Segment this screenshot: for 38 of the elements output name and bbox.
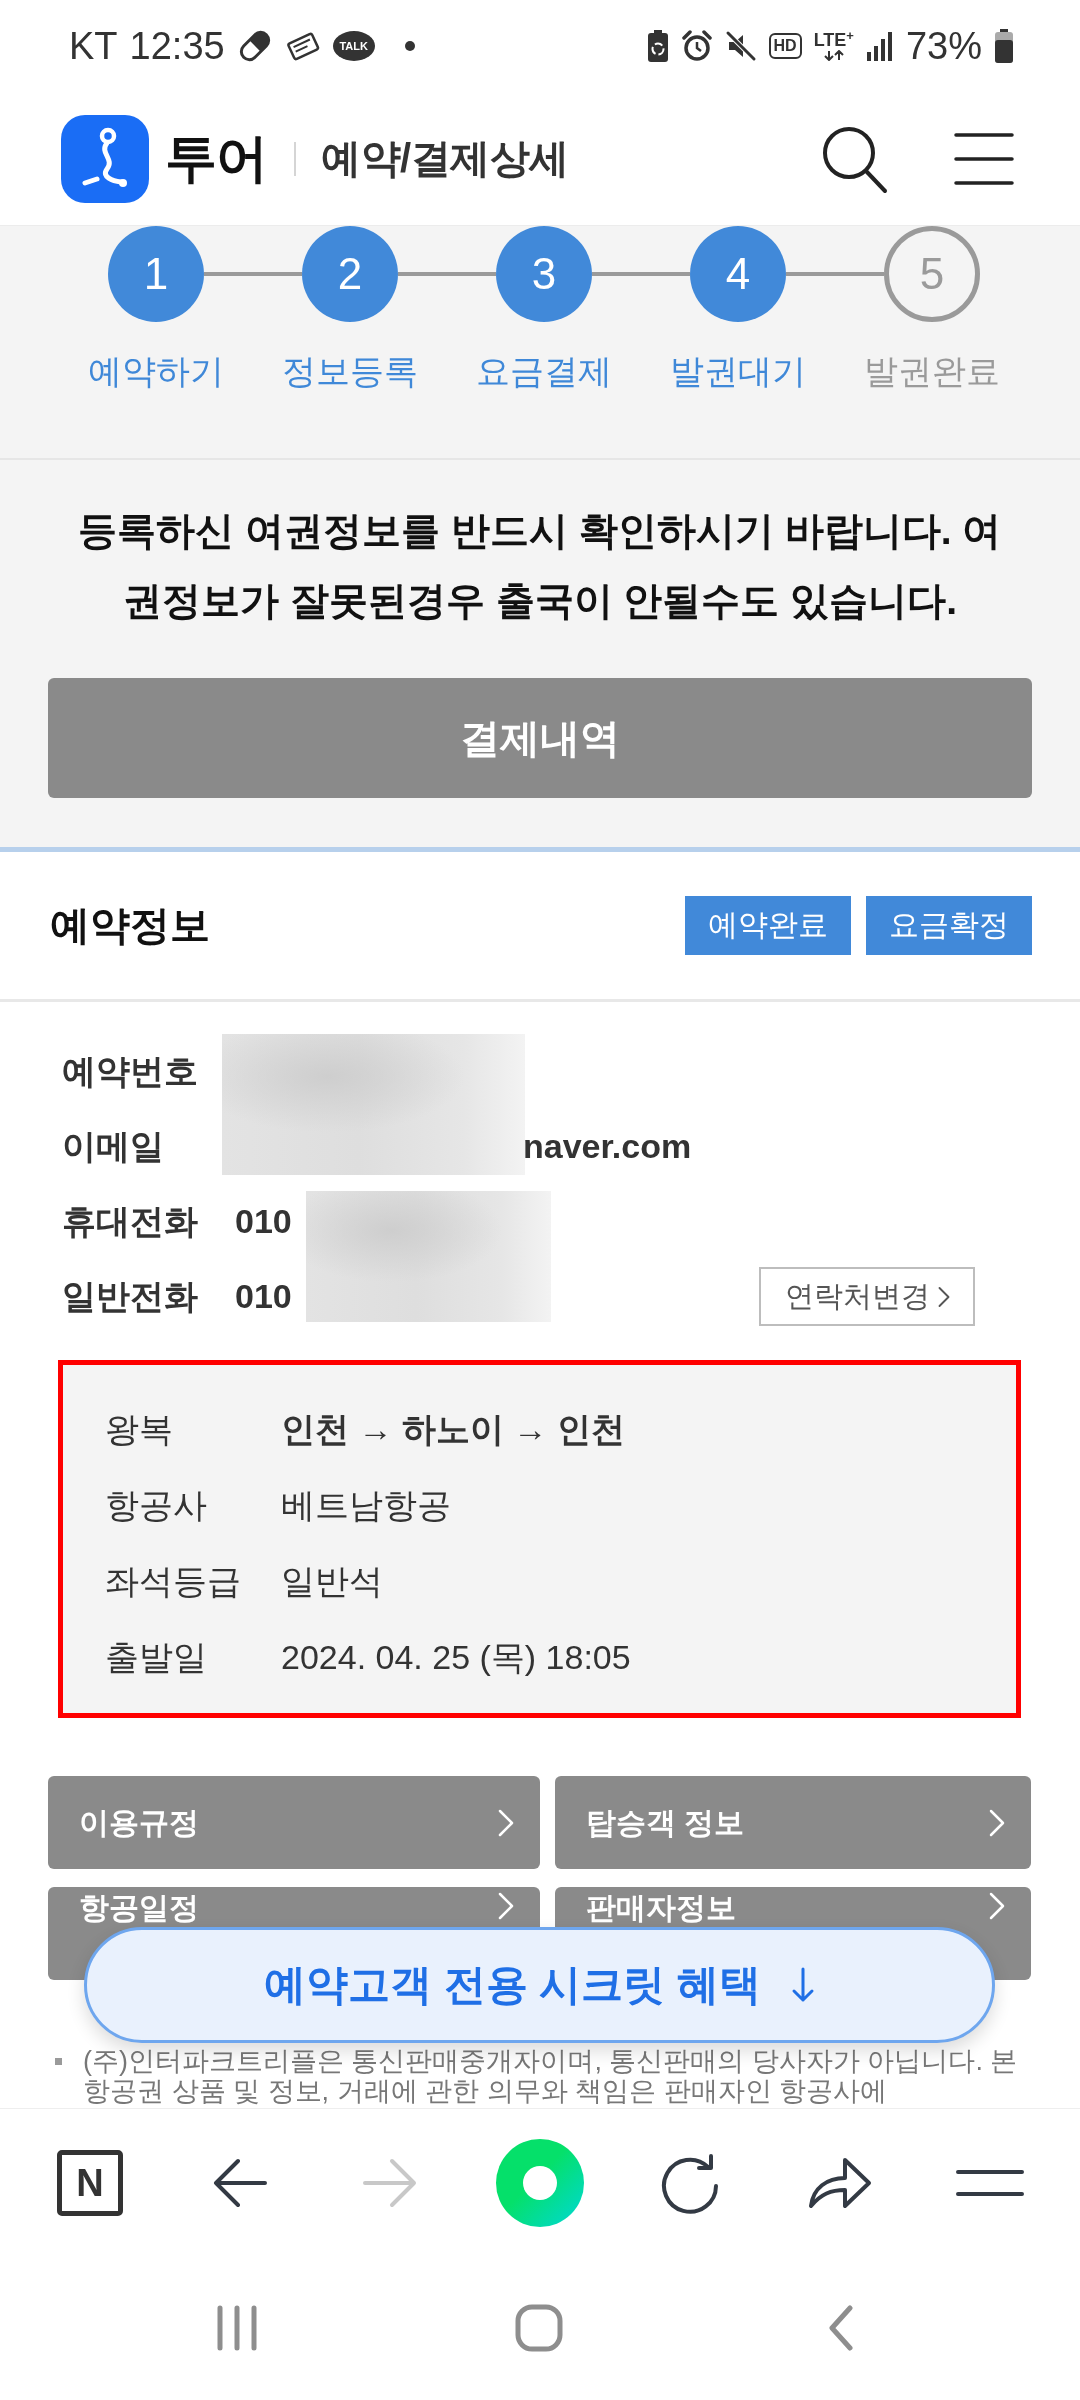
step-number: 4 — [690, 226, 786, 322]
flight-label: 항공사 — [105, 1485, 208, 1526]
field-value: naver.com — [523, 1127, 692, 1166]
field-label: 일반전화 — [62, 1275, 199, 1317]
brand-name: 투어 — [165, 127, 267, 189]
flight-label: 출발일 — [105, 1637, 208, 1678]
carrier-text: KT — [69, 24, 118, 68]
field-label: 예약번호 — [62, 1050, 199, 1092]
clock-text: 12:35 — [129, 24, 225, 68]
flight-label: 좌석등급 — [105, 1561, 242, 1602]
hd-badge: HD — [768, 33, 802, 59]
status-tag: 예약완료 — [685, 896, 851, 955]
network-label: LTE$^{+}$ — [813, 31, 854, 49]
field-value: 010 — [235, 1202, 292, 1241]
step-label: 정보등록 — [282, 351, 418, 391]
chat-badge: TALK — [332, 31, 375, 61]
flight-value: 베트남항공 — [281, 1485, 451, 1526]
step-number: 3 — [496, 226, 592, 322]
flight-value: 2024. 04. 25 (목) 18:05 — [281, 1637, 631, 1678]
step-number: 1 — [108, 226, 204, 322]
status-tag: 요금확정 — [866, 896, 1032, 955]
field-value: 010 — [235, 1277, 292, 1316]
section-title: 예약정보 — [50, 902, 210, 949]
step-number: 2 — [302, 226, 398, 322]
field-label: 이메일 — [62, 1125, 165, 1167]
footnote-text: (주)인터파크트리플은 통신판매중개자이며, 통신판매의 당사자가 아닙니다. 본 항공권 상품 및 정보, 거래에 관한 의무와 책임은 판매자인 항공사에 — [83, 2046, 1019, 2106]
step-number: 5 — [884, 226, 980, 322]
step-label: 요금결제 — [476, 351, 612, 391]
step-label: 발권완료 — [864, 351, 1000, 391]
step-label: 발권대기 — [670, 351, 806, 391]
page-title: 예약/결제상세 — [321, 135, 569, 182]
flight-label: 왕복 — [105, 1409, 174, 1450]
battery-percent-text: 73% — [905, 24, 982, 68]
flight-value: 인천 → 하노이 → 인천 — [281, 1409, 625, 1450]
step-label: 예약하기 — [88, 351, 224, 391]
notice-text: 등록하신 여권정보를 반드시 확인하시기 바랍니다. 여권정보가 잘못된경우 출국이 안될수도 있습니다. — [77, 508, 1003, 624]
field-label: 휴대전화 — [62, 1200, 199, 1242]
flight-value: 일반석 — [281, 1561, 383, 1602]
